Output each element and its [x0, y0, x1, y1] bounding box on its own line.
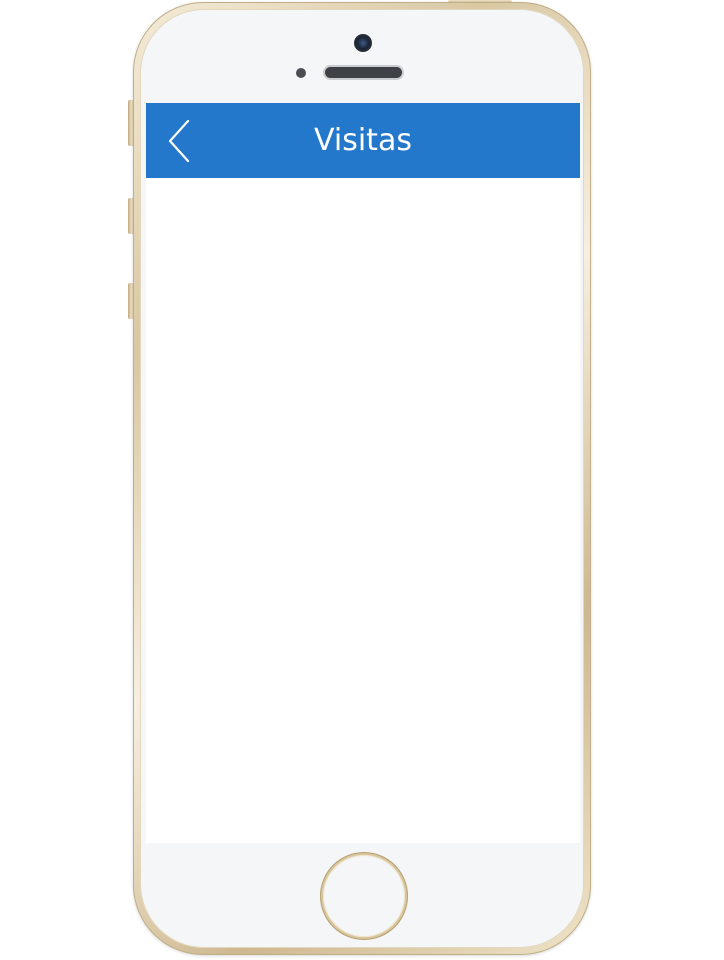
page-title: Visitas	[314, 123, 412, 158]
content-area	[146, 178, 580, 843]
proximity-sensor	[296, 68, 306, 78]
phone-mockup: Visitas	[0, 0, 724, 960]
app-screen: Visitas	[146, 103, 580, 843]
earpiece-speaker	[325, 67, 402, 78]
front-camera-icon	[354, 34, 372, 52]
home-button[interactable]	[323, 855, 405, 937]
navigation-bar: Visitas	[146, 103, 580, 178]
